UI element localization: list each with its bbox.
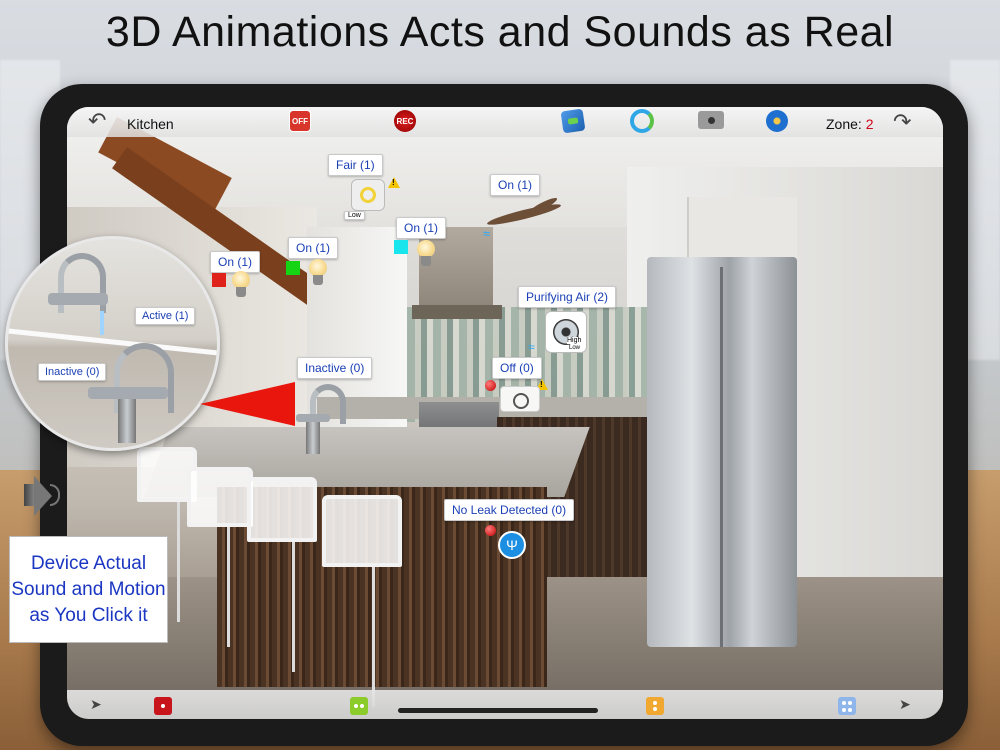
previous-page-arrow-icon[interactable]: ➤ [90, 697, 102, 711]
refrigerator-door-gap [720, 267, 723, 647]
scene-button-blue[interactable] [838, 697, 856, 715]
light-green-label[interactable]: On (1) [288, 237, 339, 259]
bottom-toolbar [67, 690, 943, 719]
speaker-icon[interactable] [20, 472, 62, 520]
off-switch-icon[interactable]: OFF [289, 110, 311, 132]
purifier-high-badge: High [567, 337, 582, 344]
warning-icon [388, 177, 400, 188]
light-red-bulb-icon[interactable] [230, 271, 252, 297]
ceiling-fan-label[interactable]: On (1) [490, 174, 541, 196]
settings-icon[interactable] [766, 110, 788, 132]
range-hood-base [412, 305, 502, 319]
air-quality-label[interactable]: Fair (1) [328, 154, 383, 176]
stool-leg [177, 502, 180, 622]
light-green-bulb-icon[interactable] [307, 259, 329, 285]
smart-plug-icon[interactable] [500, 386, 540, 412]
zone-number: 2 [865, 116, 874, 132]
fan-motion-icon: ≈ [483, 226, 491, 241]
magnifier-inactive-label: Inactive (0) [38, 363, 107, 381]
air-quality-badge: Low [344, 211, 365, 220]
stool-leg [292, 542, 295, 672]
air-purifier-icon[interactable] [545, 311, 587, 353]
pendant-color-swatch[interactable] [394, 240, 408, 254]
pendant-light-label[interactable]: On (1) [396, 217, 447, 239]
zone-indicator[interactable]: Zone: 2 [826, 116, 874, 132]
light-red-label[interactable]: On (1) [210, 251, 261, 273]
light-green-swatch[interactable] [286, 261, 300, 275]
air-purifier-label[interactable]: Purifying Air (2) [518, 286, 617, 308]
faucet-icon[interactable] [296, 384, 356, 454]
stool-leg [227, 527, 230, 647]
top-toolbar [67, 107, 943, 137]
home-indicator [398, 708, 598, 713]
faucet-label[interactable]: Inactive (0) [297, 357, 373, 379]
faucet-active-icon [38, 253, 118, 335]
room-name: Kitchen [127, 116, 174, 132]
leak-sensor-label[interactable]: No Leak Detected (0) [444, 499, 575, 521]
bar-stool [247, 477, 317, 542]
kitchen-scene [67, 107, 943, 719]
zone-label: Zone: [826, 116, 862, 132]
smart-plug-label[interactable]: Off (0) [492, 357, 542, 379]
stool-leg [372, 567, 375, 707]
purifier-motion-icon: ≈ [528, 340, 535, 354]
scene-button-orange[interactable] [646, 697, 664, 715]
bar-stool [322, 495, 402, 567]
record-icon[interactable]: REC [394, 110, 416, 132]
off-switch-label: OFF [292, 116, 308, 126]
headline: 3D Animations Acts and Sounds as Real [105, 8, 895, 56]
feature-caption: Device Actual Sound and Motion as You Cl… [9, 536, 168, 643]
purifier-low-badge: Low [569, 345, 581, 351]
leak-status-dot [485, 525, 496, 536]
camera-icon[interactable] [698, 111, 724, 129]
record-label: REC [396, 116, 414, 126]
back-arrow-icon[interactable]: ↶ [88, 110, 106, 132]
magnifier-pointer [200, 382, 295, 426]
next-page-arrow-icon[interactable]: ➤ [899, 697, 911, 711]
photo-gallery-icon[interactable] [560, 108, 586, 134]
light-red-swatch[interactable] [212, 273, 226, 287]
pendant-bulb-icon[interactable] [415, 240, 437, 266]
magnifier-active-label: Active (1) [135, 307, 196, 325]
bar-stool [187, 467, 253, 527]
plug-status-dot [485, 380, 496, 391]
refresh-icon[interactable] [630, 109, 654, 133]
scene-button-red[interactable] [154, 697, 172, 715]
air-quality-sensor[interactable] [351, 179, 385, 211]
forward-arrow-icon[interactable]: ↷ [893, 111, 911, 133]
faucet-inactive-icon [88, 343, 188, 443]
leak-sensor-icon[interactable]: Ψ [498, 531, 526, 559]
faucet-magnifier [5, 236, 220, 451]
scene-button-green[interactable] [350, 697, 368, 715]
